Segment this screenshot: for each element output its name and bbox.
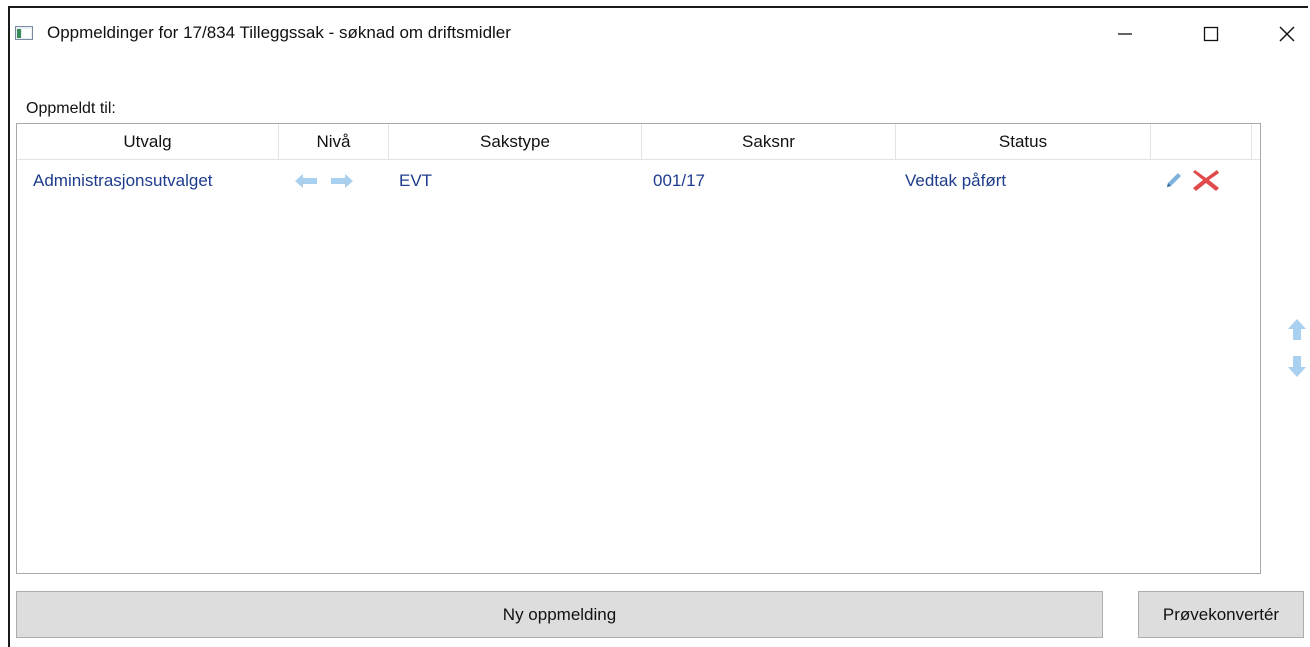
cell-utvalg[interactable]: Administrasjonsutvalget <box>33 160 213 200</box>
app-icon <box>15 26 33 40</box>
column-header-niva[interactable]: Nivå <box>279 124 389 159</box>
title-bar: Oppmeldinger for 17/834 Tilleggssak - sø… <box>10 8 1308 58</box>
maximize-icon <box>1203 26 1219 42</box>
section-label: Oppmeldt til: <box>26 100 116 117</box>
close-icon <box>1279 26 1295 42</box>
column-header-actions <box>1151 124 1252 159</box>
grid-header: Utvalg Nivå Sakstype Saksnr Status <box>17 124 1260 160</box>
cell-saksnr: 001/17 <box>653 171 705 190</box>
cell-sakstype: EVT <box>399 171 433 190</box>
cell-status: Vedtak påført <box>905 171 1007 190</box>
test-convert-button[interactable]: Prøvekonvertér <box>1138 591 1304 638</box>
column-header-status[interactable]: Status <box>896 124 1151 159</box>
column-header-saksnr[interactable]: Saksnr <box>642 124 896 159</box>
minimize-icon <box>1118 33 1132 35</box>
column-header-utvalg[interactable]: Utvalg <box>17 124 279 159</box>
move-down-icon[interactable] <box>1287 354 1307 378</box>
move-up-icon[interactable] <box>1287 318 1307 342</box>
delete-x-icon[interactable] <box>1191 167 1221 193</box>
arrow-right-icon[interactable] <box>329 173 355 189</box>
maximize-button[interactable] <box>1188 16 1234 52</box>
minimize-button[interactable] <box>1102 16 1148 52</box>
registrations-grid[interactable]: Utvalg Nivå Sakstype Saksnr Status Admin… <box>16 123 1261 574</box>
column-header-sakstype[interactable]: Sakstype <box>389 124 642 159</box>
table-row[interactable]: Administrasjonsutvalget EVT 001/17 Vedta… <box>17 160 1260 200</box>
window-title: Oppmeldinger for 17/834 Tilleggssak - sø… <box>47 23 511 42</box>
arrow-left-icon[interactable] <box>293 173 319 189</box>
edit-pencil-icon[interactable] <box>1164 170 1184 190</box>
dialog-window: Oppmeldinger for 17/834 Tilleggssak - sø… <box>8 6 1308 647</box>
new-registration-button[interactable]: Ny oppmelding <box>16 591 1103 638</box>
close-button[interactable] <box>1264 16 1310 52</box>
